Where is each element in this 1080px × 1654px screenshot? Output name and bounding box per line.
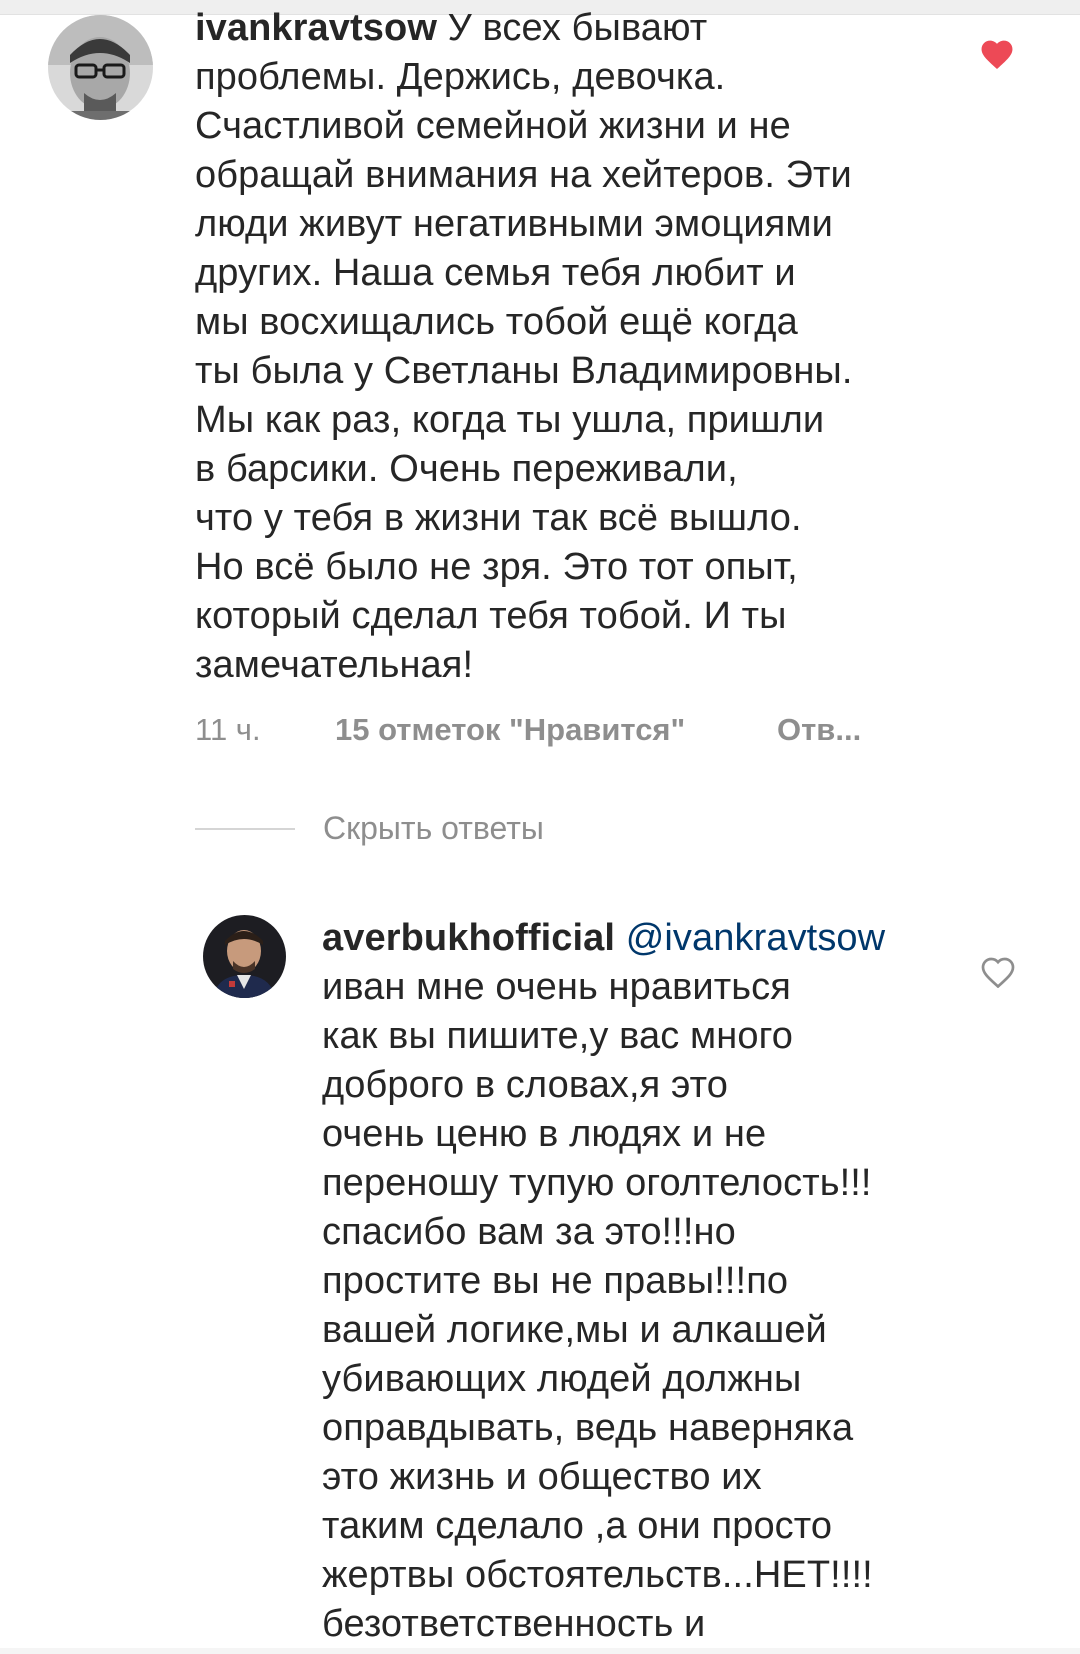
reply-mention[interactable]: @ivankravtsow (626, 917, 886, 959)
reply-text: averbukhofficial @ivankravtsow иван мне … (322, 914, 1042, 1649)
hide-replies-divider (195, 827, 295, 830)
avatar-photo (203, 915, 286, 998)
comment-text: ivankravtsow У всех бывают проблемы. Дер… (195, 4, 995, 690)
comment-likes[interactable]: 15 отметок "Нравится" (335, 712, 685, 748)
comment-meta: 11 ч. 15 отметок "Нравится" Отв... (195, 712, 861, 748)
reply-button[interactable]: Отв... (777, 712, 861, 748)
reply-body: иван мне очень нравиться как вы пишите,у… (322, 966, 873, 1645)
hide-replies-button[interactable]: Скрыть ответы (195, 810, 544, 847)
reply-username[interactable]: averbukhofficial (322, 917, 615, 959)
heart-outline-icon[interactable] (980, 954, 1016, 989)
heart-filled-icon[interactable] (978, 36, 1016, 70)
avatar[interactable] (48, 15, 153, 120)
comment-username[interactable]: ivankravtsow (195, 7, 437, 49)
hide-replies-label: Скрыть ответы (323, 810, 544, 846)
avatar[interactable] (203, 915, 286, 998)
comment-body: У всех бывают проблемы. Держись, девочка… (195, 7, 853, 686)
comment-time: 11 ч. (195, 712, 261, 747)
screen-bottom-edge (0, 1648, 1080, 1654)
avatar-photo (48, 15, 153, 120)
